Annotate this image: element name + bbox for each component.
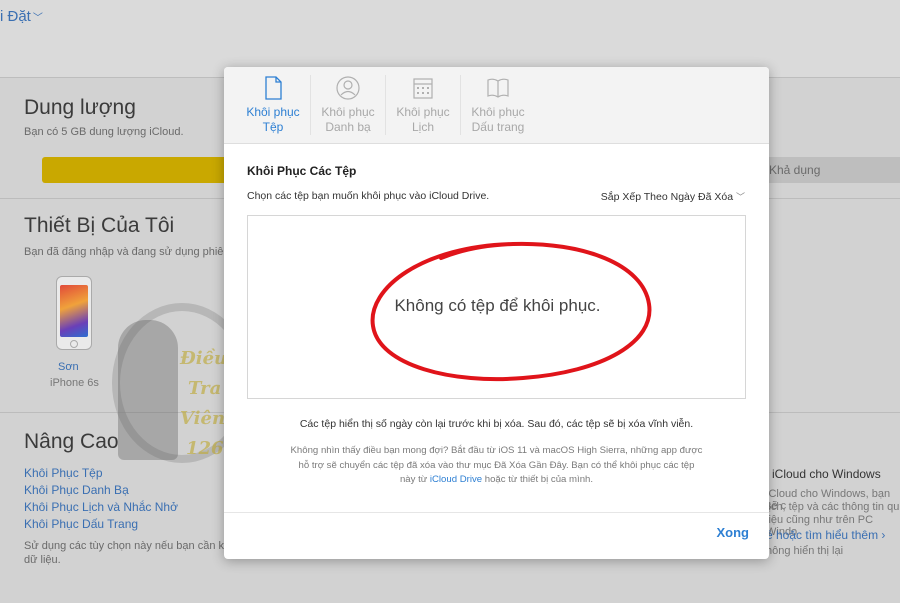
calendar-icon bbox=[413, 78, 433, 99]
watermark-text: 126 bbox=[186, 438, 224, 459]
contact-icon bbox=[336, 76, 360, 100]
retention-note: Các tệp hiển thị số ngày còn lại trước k… bbox=[299, 418, 694, 430]
icloud-drive-link[interactable]: iCloud Drive bbox=[430, 474, 482, 485]
device-name[interactable]: Sơn bbox=[58, 361, 79, 373]
help-note: Không nhìn thấy điều bạn mong đợi? Bắt đ… bbox=[290, 445, 703, 485]
storage-available: Khả dụng bbox=[765, 157, 900, 183]
book-icon bbox=[487, 78, 509, 98]
dialog-footer-divider bbox=[224, 512, 769, 513]
watermark-text: Viên bbox=[180, 408, 226, 429]
empty-message: Không có tệp để khôi phục. bbox=[394, 296, 601, 315]
icloud-windows-text: lịch, tệp và các thông tin qu bbox=[766, 501, 900, 513]
watermark-text: Điều bbox=[180, 348, 228, 369]
sort-dropdown[interactable]: Sắp Xếp Theo Ngày Đã Xóa ﹀ bbox=[601, 190, 745, 203]
link-restore-calendars[interactable]: Khôi Phục Lịch và Nhắc Nhở bbox=[24, 500, 178, 514]
tab-restore-files[interactable]: Khôi phục Tệp bbox=[236, 67, 310, 144]
dont-show-again[interactable]: hông hiển thị lại bbox=[766, 545, 843, 557]
dialog-title: Khôi Phục Các Tệp bbox=[247, 164, 357, 178]
done-button[interactable]: Xong bbox=[717, 525, 750, 540]
storage-bar bbox=[42, 157, 232, 183]
chevron-down-icon: ﹀ bbox=[735, 192, 745, 202]
devices-heading: Thiết Bị Của Tôi bbox=[24, 214, 175, 237]
restore-files-dialog: Khôi phục Tệp Khôi phục Danh bạ Khôi phụ… bbox=[224, 67, 769, 559]
tab-restore-contacts[interactable]: Khôi phục Danh bạ bbox=[311, 67, 385, 144]
settings-title[interactable]: i Đặt ﹀ bbox=[0, 8, 43, 25]
tab-restore-calendars[interactable]: Khôi phục Lịch bbox=[386, 67, 460, 144]
devices-desc: Bạn đã đăng nhập và đang sử dụng phiê bbox=[24, 246, 224, 258]
document-icon bbox=[265, 76, 282, 100]
learn-more-link[interactable]: ề hoặc tìm hiểu thêm › bbox=[766, 528, 885, 542]
chevron-down-icon: ﹀ bbox=[32, 13, 43, 24]
link-restore-bookmarks[interactable]: Khôi Phục Dấu Trang bbox=[24, 517, 138, 531]
storage-desc: Bạn có 5 GB dung lượng iCloud. bbox=[24, 126, 184, 138]
file-list[interactable]: Không có tệp để khôi phục. bbox=[247, 215, 746, 399]
advanced-desc: Sử dụng các tùy chọn này nếu bạn cần khô… bbox=[24, 540, 248, 566]
advanced-heading: Nâng Cao bbox=[24, 430, 119, 453]
dialog-subtitle: Chọn các tệp bạn muốn khôi phục vào iClo… bbox=[247, 190, 490, 202]
watermark-figure bbox=[118, 320, 178, 460]
icloud-windows-heading: iCloud cho Windows bbox=[772, 467, 881, 481]
storage-heading: Dung lượng bbox=[24, 96, 136, 119]
tab-restore-bookmarks[interactable]: Khôi phục Dấu trang bbox=[461, 67, 535, 144]
iphone-icon[interactable] bbox=[56, 276, 92, 350]
link-restore-contacts[interactable]: Khôi Phục Danh Bạ bbox=[24, 483, 129, 497]
watermark-text: Tra bbox=[188, 378, 222, 399]
restore-tabs: Khôi phục Tệp Khôi phục Danh bạ Khôi phụ… bbox=[224, 67, 769, 144]
device-model: iPhone 6s bbox=[50, 377, 99, 389]
link-restore-files[interactable]: Khôi Phục Tệp bbox=[24, 466, 103, 480]
